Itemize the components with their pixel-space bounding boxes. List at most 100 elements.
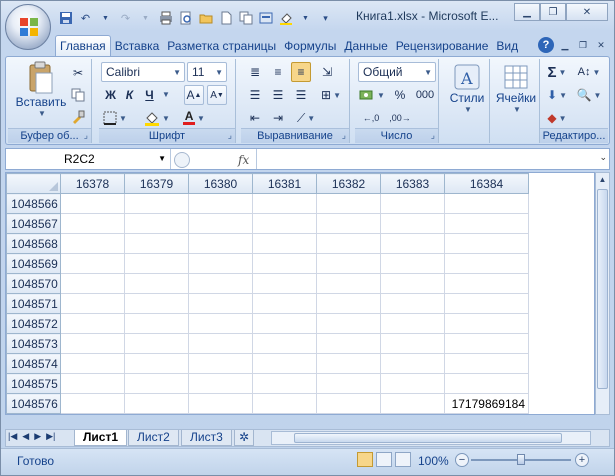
cell[interactable] — [188, 333, 253, 354]
cell[interactable] — [444, 253, 529, 274]
cell[interactable] — [124, 253, 189, 274]
decrease-indent-button[interactable]: ⇤ — [245, 108, 265, 128]
cell[interactable] — [124, 293, 189, 314]
cell[interactable] — [380, 373, 445, 394]
dialog-launcher-icon[interactable]: ⌟ — [431, 130, 435, 141]
new-icon[interactable] — [217, 10, 234, 27]
undo-icon[interactable]: ↶ — [77, 10, 94, 27]
row-header[interactable]: 1048575 — [6, 373, 61, 394]
font-size-select[interactable]: 11 ▼ — [187, 62, 227, 82]
cell[interactable] — [60, 313, 125, 334]
cell[interactable] — [444, 273, 529, 294]
chevron-down-icon[interactable]: ▼ — [162, 90, 170, 99]
cell[interactable] — [444, 373, 529, 394]
wrap-text-button[interactable]: ⇲ — [317, 62, 337, 82]
cell[interactable] — [444, 313, 529, 334]
cell[interactable] — [124, 353, 189, 374]
cell[interactable] — [380, 313, 445, 334]
insert-function-button[interactable]: fx — [238, 153, 249, 167]
cell[interactable] — [252, 313, 317, 334]
cell[interactable] — [60, 233, 125, 254]
align-center-button[interactable]: ☰ — [268, 85, 288, 105]
cell[interactable] — [252, 293, 317, 314]
cell[interactable] — [380, 213, 445, 234]
prev-sheet-icon[interactable]: ◀ — [22, 431, 29, 442]
cell[interactable] — [444, 333, 529, 354]
close-button[interactable]: ✕ — [566, 3, 608, 21]
select-all-corner[interactable] — [6, 173, 61, 194]
cell[interactable] — [444, 213, 529, 234]
column-header[interactable]: 16383 — [380, 173, 445, 194]
scroll-up-icon[interactable]: ▲ — [596, 173, 609, 187]
row-header[interactable]: 1048568 — [6, 233, 61, 254]
cell[interactable] — [188, 273, 253, 294]
chevron-down-icon[interactable]: ▼ — [297, 10, 314, 27]
align-left-button[interactable]: ☰ — [245, 85, 265, 105]
align-bottom-button[interactable]: ≡ — [291, 62, 311, 82]
cell[interactable] — [124, 233, 189, 254]
formula-input[interactable] — [256, 149, 591, 169]
vertical-scrollbar[interactable]: ▲ — [595, 172, 610, 415]
cell[interactable] — [316, 293, 381, 314]
close-doc-button[interactable]: ✕ — [594, 40, 608, 51]
zoom-out-button[interactable]: − — [455, 453, 469, 467]
cell[interactable] — [124, 313, 189, 334]
cell[interactable] — [252, 393, 317, 414]
cell[interactable] — [380, 333, 445, 354]
underline-button[interactable]: Ч — [141, 85, 158, 105]
page-layout-view-button[interactable] — [376, 452, 392, 467]
currency-button[interactable]: ▼ — [358, 85, 386, 105]
merge-center-button[interactable]: ⊞ ▼ — [317, 85, 345, 105]
align-middle-button[interactable]: ≡ — [268, 62, 288, 82]
column-header[interactable]: 16380 — [188, 173, 253, 194]
format-painter-icon[interactable] — [257, 10, 274, 27]
cells-button[interactable]: Ячейки ▼ — [494, 63, 538, 114]
cell[interactable] — [60, 353, 125, 374]
decrease-decimal-button[interactable]: ,00→ — [387, 108, 413, 128]
restore-button[interactable]: ❐ — [540, 3, 566, 21]
font-color-button[interactable]: A ▼ — [179, 108, 209, 128]
sheet-tab-1[interactable]: Лист1 — [74, 430, 128, 446]
cell[interactable] — [380, 233, 445, 254]
office-button[interactable] — [5, 4, 51, 50]
row-header[interactable]: 1048576 — [6, 393, 61, 414]
cell[interactable] — [188, 193, 253, 214]
bold-button[interactable]: Ж — [102, 85, 119, 105]
cell[interactable] — [380, 353, 445, 374]
normal-view-button[interactable] — [357, 452, 373, 467]
dialog-launcher-icon[interactable]: ⌟ — [342, 130, 346, 141]
fill-color-icon[interactable] — [277, 10, 294, 27]
scroll-thumb[interactable] — [294, 433, 562, 443]
minimize-doc-button[interactable]: ▁ — [558, 40, 572, 51]
zoom-level[interactable]: 100% — [418, 454, 449, 468]
fill-color-button[interactable]: ▼ — [141, 108, 173, 128]
tab-view[interactable]: Вид — [492, 36, 522, 56]
cell[interactable] — [188, 233, 253, 254]
cell[interactable] — [444, 193, 529, 214]
dialog-launcher-icon[interactable]: ⌟ — [228, 130, 232, 141]
find-select-button[interactable]: 🔍 ▼ — [574, 85, 604, 105]
tab-page-layout[interactable]: Разметка страницы — [163, 36, 280, 56]
cell[interactable] — [60, 333, 125, 354]
column-header[interactable]: 16378 — [60, 173, 125, 194]
number-format-select[interactable]: Общий ▼ — [358, 62, 436, 82]
restore-doc-button[interactable]: ❐ — [576, 40, 590, 51]
row-header[interactable]: 1048572 — [6, 313, 61, 334]
cell[interactable] — [252, 273, 317, 294]
column-header[interactable]: 16382 — [316, 173, 381, 194]
column-header[interactable]: 16381 — [252, 173, 317, 194]
cell[interactable] — [380, 193, 445, 214]
row-header[interactable]: 1048573 — [6, 333, 61, 354]
italic-button[interactable]: К — [121, 85, 138, 105]
cell[interactable] — [124, 373, 189, 394]
cell[interactable] — [316, 353, 381, 374]
borders-button[interactable]: ▼ — [102, 108, 128, 128]
cell[interactable] — [60, 273, 125, 294]
cell[interactable] — [60, 193, 125, 214]
save-icon[interactable] — [57, 10, 74, 27]
cell[interactable] — [444, 353, 529, 374]
row-header[interactable]: 1048566 — [6, 193, 61, 214]
scroll-thumb[interactable] — [597, 189, 608, 389]
tab-home[interactable]: Главная — [55, 35, 111, 56]
help-icon[interactable]: ? — [538, 37, 554, 53]
